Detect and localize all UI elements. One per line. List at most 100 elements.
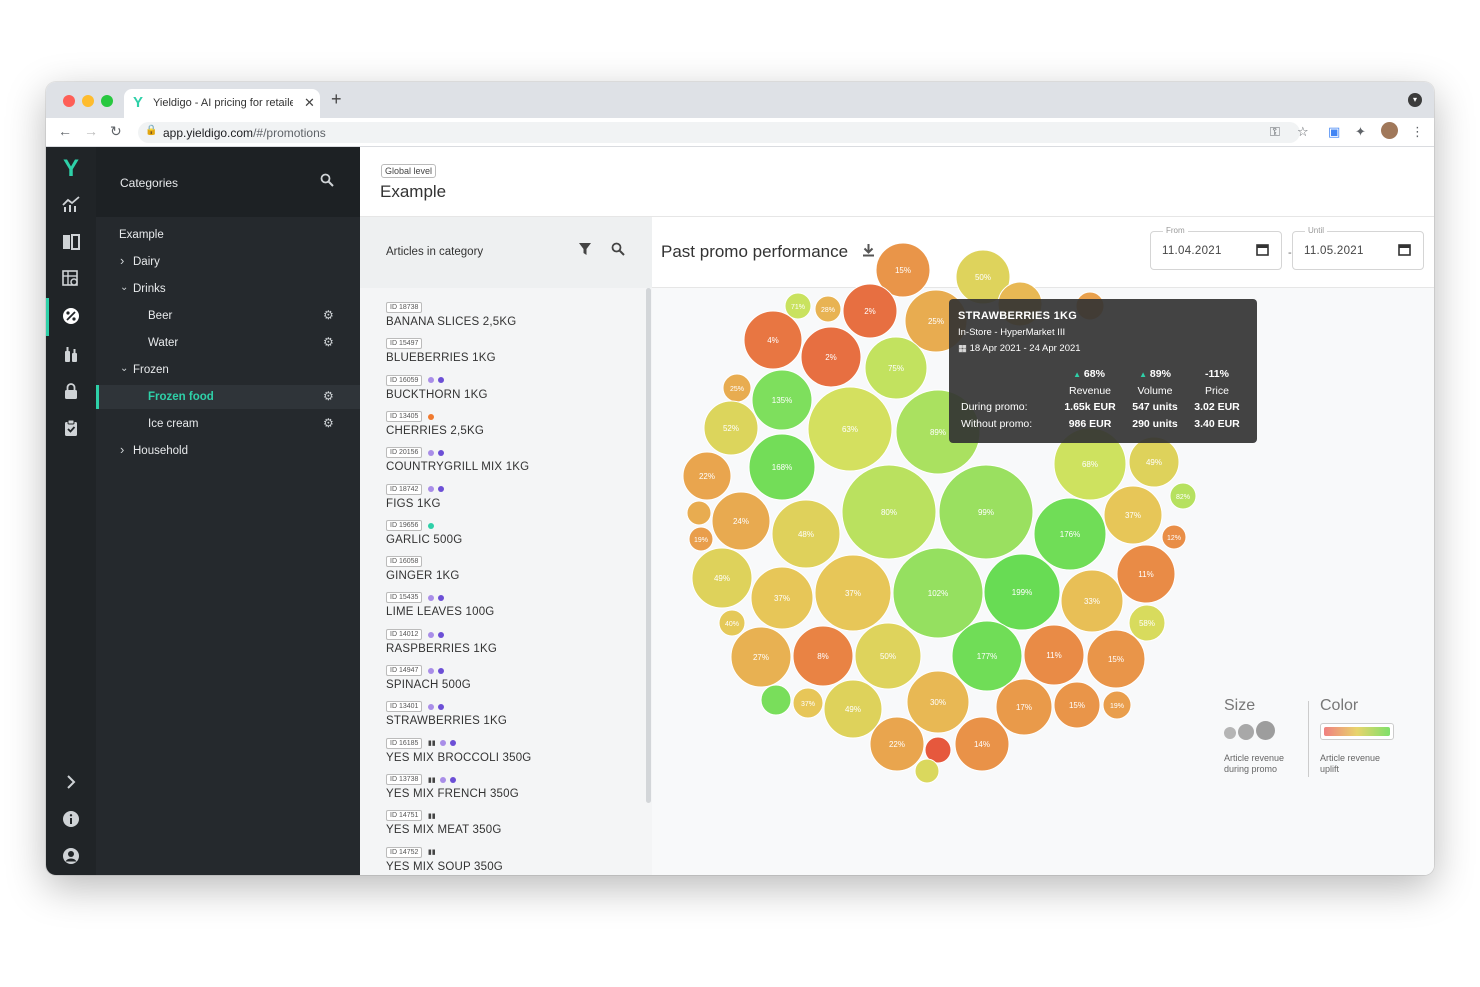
tab-search-icon[interactable]: ▾ <box>1408 93 1422 107</box>
bubble[interactable]: 33% <box>1060 569 1124 633</box>
chevron-right-icon[interactable]: › <box>120 442 124 457</box>
article-item[interactable]: ID 13405 CHERRIES 2,5KG <box>386 410 636 447</box>
category-item[interactable]: › Dairy <box>96 250 360 274</box>
category-item[interactable]: ⌄ Drinks <box>96 277 360 301</box>
minimize-window-button[interactable] <box>82 95 94 107</box>
bubble[interactable]: 75% <box>864 336 928 400</box>
article-item[interactable]: ID 15435 LIME LEAVES 100G <box>386 592 636 628</box>
article-item[interactable]: ID 14752 ▮▮ YES MIX SOUP 350G <box>386 846 636 876</box>
bubble[interactable]: 30% <box>906 670 970 734</box>
bubble[interactable]: 37% <box>1103 485 1163 545</box>
bubble[interactable]: 24% <box>711 491 771 551</box>
bubble[interactable]: 15% <box>1053 681 1101 729</box>
bubble[interactable]: 135% <box>751 369 813 431</box>
chevron-down-icon[interactable]: ⌄ <box>120 282 128 293</box>
bubble[interactable] <box>686 500 712 526</box>
gear-icon[interactable]: ⚙ <box>323 416 334 430</box>
url-field[interactable]: 🔒 app.yieldigo.com/#/promotions <box>138 122 1300 143</box>
article-item[interactable]: ID 16058 GINGER 1KG <box>386 556 636 592</box>
yieldigo-logo-icon[interactable]: Y <box>46 155 96 183</box>
filter-funnel-icon[interactable] <box>578 242 592 259</box>
bubble[interactable]: 58% <box>1128 604 1166 642</box>
chevron-down-icon[interactable]: ⌄ <box>120 363 128 374</box>
bubble[interactable]: 176% <box>1033 497 1107 571</box>
bubble[interactable]: 52% <box>703 400 759 456</box>
bubble[interactable]: 11% <box>1023 624 1085 686</box>
bubble[interactable]: 63% <box>807 386 893 472</box>
extensions-puzzle-icon[interactable]: ✦ <box>1355 124 1366 140</box>
bubble[interactable]: 168% <box>748 433 816 501</box>
bubble-circle[interactable] <box>914 758 940 784</box>
article-item[interactable]: ID 20156 COUNTRYGRILL MIX 1KG <box>386 447 636 483</box>
bubble[interactable]: 27% <box>730 626 792 688</box>
bubble[interactable]: 2% <box>800 326 862 388</box>
bottles-icon[interactable] <box>46 345 96 368</box>
bubble[interactable]: 28% <box>814 295 842 323</box>
info-icon[interactable] <box>46 810 96 833</box>
bubble[interactable]: 49% <box>1128 436 1180 488</box>
tab-close-icon[interactable]: ✕ <box>304 95 315 111</box>
bubble[interactable]: 25% <box>722 373 752 403</box>
bubble[interactable]: 50% <box>854 622 922 690</box>
browser-tab[interactable]: Y Yieldigo - AI pricing for retailers ✕ <box>124 89 320 118</box>
bubble[interactable]: 4% <box>743 310 803 370</box>
article-item[interactable]: ID 13401 STRAWBERRIES 1KG <box>386 701 636 737</box>
bubble[interactable]: 49% <box>823 679 883 739</box>
article-search-icon[interactable] <box>611 242 625 259</box>
article-item[interactable]: ID 14947 SPINACH 500G <box>386 665 636 701</box>
bubble[interactable]: 11% <box>1116 544 1176 604</box>
article-item[interactable]: ID 16059 BUCKTHORN 1KG <box>386 374 636 411</box>
columns-icon[interactable] <box>46 233 96 256</box>
bubble[interactable] <box>914 758 940 784</box>
article-item[interactable]: ID 16185 ▮▮ YES MIX BROCCOLI 350G <box>386 737 636 774</box>
new-tab-icon[interactable]: + <box>331 89 342 110</box>
bubble[interactable]: 48% <box>771 499 841 569</box>
bubble[interactable]: 177% <box>951 620 1023 692</box>
category-item[interactable]: › Household <box>96 439 360 463</box>
gear-icon[interactable]: ⚙ <box>323 389 334 403</box>
category-item[interactable]: Example <box>96 223 360 247</box>
bubble[interactable]: 71% <box>784 292 812 320</box>
close-window-button[interactable] <box>63 95 75 107</box>
bubble[interactable]: 19% <box>688 526 714 552</box>
bubble-circle[interactable] <box>686 500 712 526</box>
article-item[interactable]: ID 19656 GARLIC 500G <box>386 519 636 556</box>
category-item[interactable]: Beer ⚙ <box>96 304 360 328</box>
category-item[interactable]: Ice cream ⚙ <box>96 412 360 436</box>
promotions-badge-icon[interactable] <box>46 307 96 330</box>
back-arrow-icon[interactable]: ← <box>58 123 72 139</box>
bubble[interactable]: 49% <box>691 547 753 609</box>
more-menu-icon[interactable]: ⋮ <box>1411 124 1424 140</box>
category-item[interactable]: Water ⚙ <box>96 331 360 355</box>
expand-sidebar-chevron-icon[interactable] <box>46 773 96 796</box>
bubble[interactable]: 199% <box>983 553 1061 631</box>
bubble[interactable]: 99% <box>938 464 1034 560</box>
bubble[interactable]: 37% <box>792 687 824 719</box>
profile-avatar[interactable] <box>1381 122 1398 139</box>
bubble[interactable]: 22% <box>682 451 732 501</box>
bubble[interactable]: 40% <box>718 609 746 637</box>
article-item[interactable]: ID 14751 ▮▮ YES MIX MEAT 350G <box>386 810 636 846</box>
article-item[interactable]: ID 18738 BANANA SLICES 2,5KG <box>386 302 636 338</box>
gear-icon[interactable]: ⚙ <box>323 335 334 349</box>
bubble[interactable]: 102% <box>892 547 984 639</box>
bubble[interactable]: 37% <box>750 566 814 630</box>
user-account-icon[interactable] <box>46 847 96 870</box>
clipboard-check-icon[interactable] <box>46 419 96 442</box>
bubble[interactable]: 12% <box>1161 524 1187 550</box>
analytics-chart-icon[interactable] <box>46 195 96 218</box>
gear-icon[interactable]: ⚙ <box>323 308 334 322</box>
article-item[interactable]: ID 13738 ▮▮ YES MIX FRENCH 350G <box>386 773 636 810</box>
chevron-right-icon[interactable]: › <box>120 253 124 268</box>
article-item[interactable]: ID 18742 FIGS 1KG <box>386 483 636 520</box>
bubble[interactable]: 80% <box>841 464 937 560</box>
bubble[interactable] <box>760 684 792 716</box>
forward-arrow-icon[interactable]: → <box>84 123 98 139</box>
category-item[interactable]: ⌄ Frozen <box>96 358 360 382</box>
articles-scrollbar[interactable] <box>646 288 651 803</box>
category-search-icon[interactable] <box>320 173 334 190</box>
article-item[interactable]: ID 15497 BLUEBERRIES 1KG <box>386 338 636 374</box>
reload-icon[interactable]: ↻ <box>110 123 122 140</box>
bubble[interactable]: 19% <box>1102 690 1132 720</box>
zoom-window-button[interactable] <box>101 95 113 107</box>
